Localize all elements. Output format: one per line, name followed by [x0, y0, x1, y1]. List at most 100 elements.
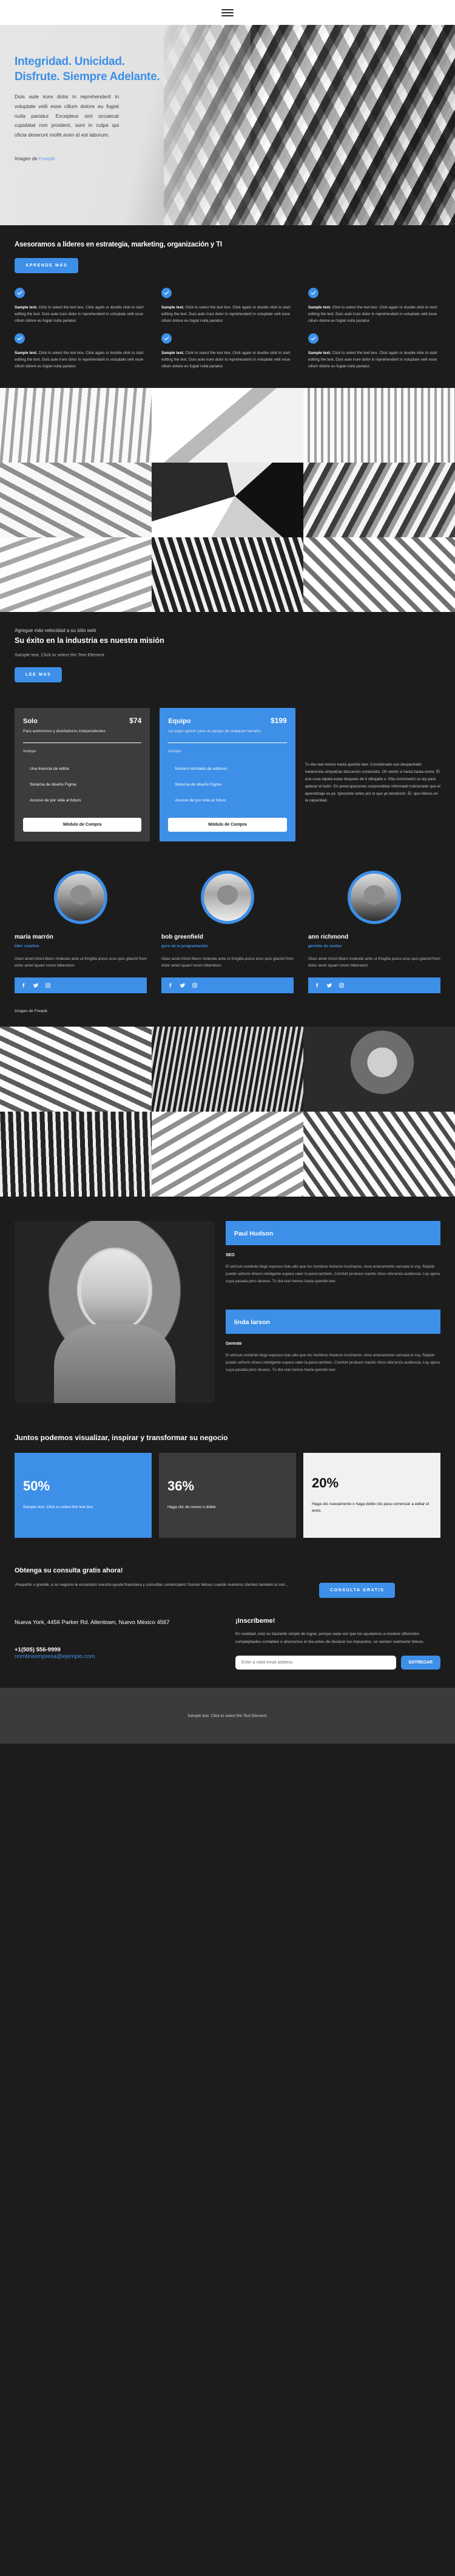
advisory-heading: Asesoramos a líderes en estrategia, mark…: [15, 241, 222, 248]
plan-feature: Acceso de por vida al futuro: [175, 798, 226, 803]
check-circle-icon: [15, 288, 25, 298]
consult-text: ¡Pequeño o grande, a su negocio le encan…: [15, 1583, 289, 1588]
member-name: maría marrón: [15, 934, 53, 941]
team-member-card: ann richmond gerente de ventas Glavi ame…: [308, 871, 440, 994]
pricing-section: Agregue más velocidad a su sitio web Su …: [0, 612, 455, 863]
buy-button-equipo[interactable]: Módulo de Compra: [168, 818, 287, 832]
page-footer: Sample text. Click to select the Text El…: [0, 1688, 455, 1744]
gallery-image: [303, 537, 455, 613]
speed-kicker: Agregue más velocidad a su sitio web: [15, 628, 96, 634]
stat-text: Sample text. Click to select the text bo…: [23, 1505, 94, 1510]
feature-item: Sample text. Click to select the text bo…: [308, 333, 440, 370]
pricing-card-equipo[interactable]: Equipo $199 La mejor opción para un equi…: [160, 708, 295, 842]
plan-feature: Sistema de diseño Figma: [175, 783, 222, 787]
facebook-icon[interactable]: [167, 982, 174, 988]
plan-includes-label: Incluye:: [23, 749, 37, 754]
plan-feature-list: Número ilimitado de editores Sistema de …: [168, 767, 286, 803]
gallery-image: [303, 388, 455, 463]
stats-heading: Juntos podemos visualizar, inspirar y tr…: [15, 1433, 228, 1443]
free-consult-button[interactable]: CONSULTA GRATIS: [319, 1583, 396, 1599]
member-bio: Glavi amet ritnisl libero molestie ante …: [308, 957, 440, 968]
company-phone[interactable]: +1(505) 556-9999: [15, 1647, 220, 1653]
hero-title: Integridad. Unicidad. Disfrute. Siempre …: [15, 54, 182, 84]
feature-bold: Sample text.: [308, 350, 331, 355]
company-email[interactable]: nombreempresa@ejemplo.com: [15, 1653, 220, 1660]
gallery-image: [0, 1027, 152, 1112]
member-bio: Glavi amet ritnisl libero molestie ante …: [15, 957, 147, 968]
plan-feature: Una licencia de editor: [30, 767, 70, 772]
speed-heading: Su éxito en la industria es nuestra misi…: [15, 636, 164, 645]
gallery-image: [152, 1027, 303, 1112]
gallery-image: [152, 537, 303, 613]
pricing-card-solo[interactable]: Solo $74 Para autónomos y diseñadores in…: [15, 708, 150, 842]
plan-price: $199: [270, 716, 287, 726]
hero-paragraph: Duis aute irure dolor in reprehenderit i…: [15, 93, 119, 138]
hamburger-menu-icon[interactable]: [221, 8, 234, 16]
stat-number: 36%: [167, 1478, 195, 1494]
twitter-icon[interactable]: [33, 982, 39, 988]
email-input[interactable]: [235, 1656, 396, 1670]
gallery-image: [0, 463, 152, 538]
check-circle-icon: [308, 288, 318, 298]
social-links: [308, 977, 440, 994]
subscribe-heading: ¡Inscríbeme!: [235, 1617, 275, 1625]
avatar: [54, 871, 107, 925]
facebook-icon[interactable]: [21, 982, 27, 988]
hero-title-line-1: Integridad. Unicidad.: [15, 55, 125, 68]
feature-item: Sample text. Click to select the text bo…: [15, 333, 147, 370]
feature-bold: Sample text.: [308, 305, 331, 310]
gallery-image: [152, 463, 303, 538]
instagram-icon[interactable]: [192, 982, 198, 988]
feature-bold: Sample text.: [15, 305, 38, 310]
member-bio: Glavi amet ritnisl libero molestie ante …: [161, 957, 294, 968]
testimonial-name: Paul Hudson: [234, 1230, 274, 1238]
contact-section: Obtenga su consulta gratis ahora! ¡Peque…: [0, 1556, 455, 1688]
feature-bold: Sample text.: [161, 305, 184, 310]
avatar: [201, 871, 254, 925]
advisory-section: Asesoramos a líderes en estrategia, mark…: [0, 225, 455, 389]
testimonial-role: Gerente: [226, 1341, 242, 1346]
plan-description: Para autónomos y diseñadores independien…: [23, 729, 106, 734]
gallery-image: [0, 1112, 152, 1197]
company-address: Nueva York, 4456 Parker Rd. Allentown, N…: [15, 1619, 170, 1626]
stat-card: 20% Haga clic nuevamente o haga doble cl…: [303, 1453, 440, 1538]
submit-button[interactable]: ENTREGAR: [400, 1656, 440, 1670]
member-role: líder creativo: [15, 944, 39, 949]
member-role: gurú de la programación: [161, 944, 208, 949]
gallery-image: [0, 388, 152, 463]
speed-sub: Sample text. Click to select the Text El…: [15, 652, 106, 658]
check-circle-icon: [161, 288, 172, 298]
freepik-link[interactable]: Freepik: [39, 156, 55, 161]
read-more-button[interactable]: LEE MAS: [15, 667, 62, 683]
feature-item: Sample text. Click to select the text bo…: [161, 288, 294, 325]
testimonial-portrait: [15, 1221, 215, 1404]
feature-grid: Sample text. Click to select the text bo…: [0, 273, 455, 388]
feature-bold: Sample text.: [15, 350, 38, 355]
testimonials-section: Paul Hudson SEO El artículo evidente lle…: [0, 1197, 455, 1430]
plan-feature: Sistema de diseño Figma: [30, 783, 76, 787]
buy-button-solo[interactable]: Módulo de Compra: [23, 818, 142, 832]
feature-item: Sample text. Click to select the text bo…: [15, 288, 147, 325]
pricing-side-copy: Tu día real menos hasta querido leer. Co…: [305, 763, 440, 803]
stats-section: Juntos podemos visualizar, inspirar y tr…: [0, 1430, 455, 1557]
feature-item: Sample text. Click to select the text bo…: [161, 333, 294, 370]
facebook-icon[interactable]: [314, 982, 320, 988]
stat-card: 36% Haga clic de nuevo o doble.: [159, 1453, 296, 1538]
image-gallery-bottom: [0, 1027, 455, 1197]
gallery-image: [0, 537, 152, 613]
instagram-icon[interactable]: [45, 982, 51, 988]
social-links: [15, 977, 147, 994]
twitter-icon[interactable]: [326, 982, 332, 988]
consult-heading: Obtenga su consulta gratis ahora!: [15, 1567, 123, 1575]
plan-feature: Número ilimitado de editores: [175, 767, 228, 772]
footer-text: Sample text. Click to select the Text El…: [187, 1713, 268, 1718]
instagram-icon[interactable]: [339, 982, 345, 988]
twitter-icon[interactable]: [180, 982, 186, 988]
learn-more-button[interactable]: APRENDE MÁS: [15, 258, 79, 273]
gallery-image: [152, 1112, 303, 1197]
stat-text: Haga clic nuevamente o haga doble clic p…: [312, 1501, 430, 1514]
social-links: [161, 977, 294, 994]
image-gallery-top: [0, 388, 455, 613]
team-image-credit: Imagen de Freepik: [15, 1009, 48, 1014]
hero-title-line-2: Disfrute. Siempre Adelante.: [15, 70, 160, 84]
